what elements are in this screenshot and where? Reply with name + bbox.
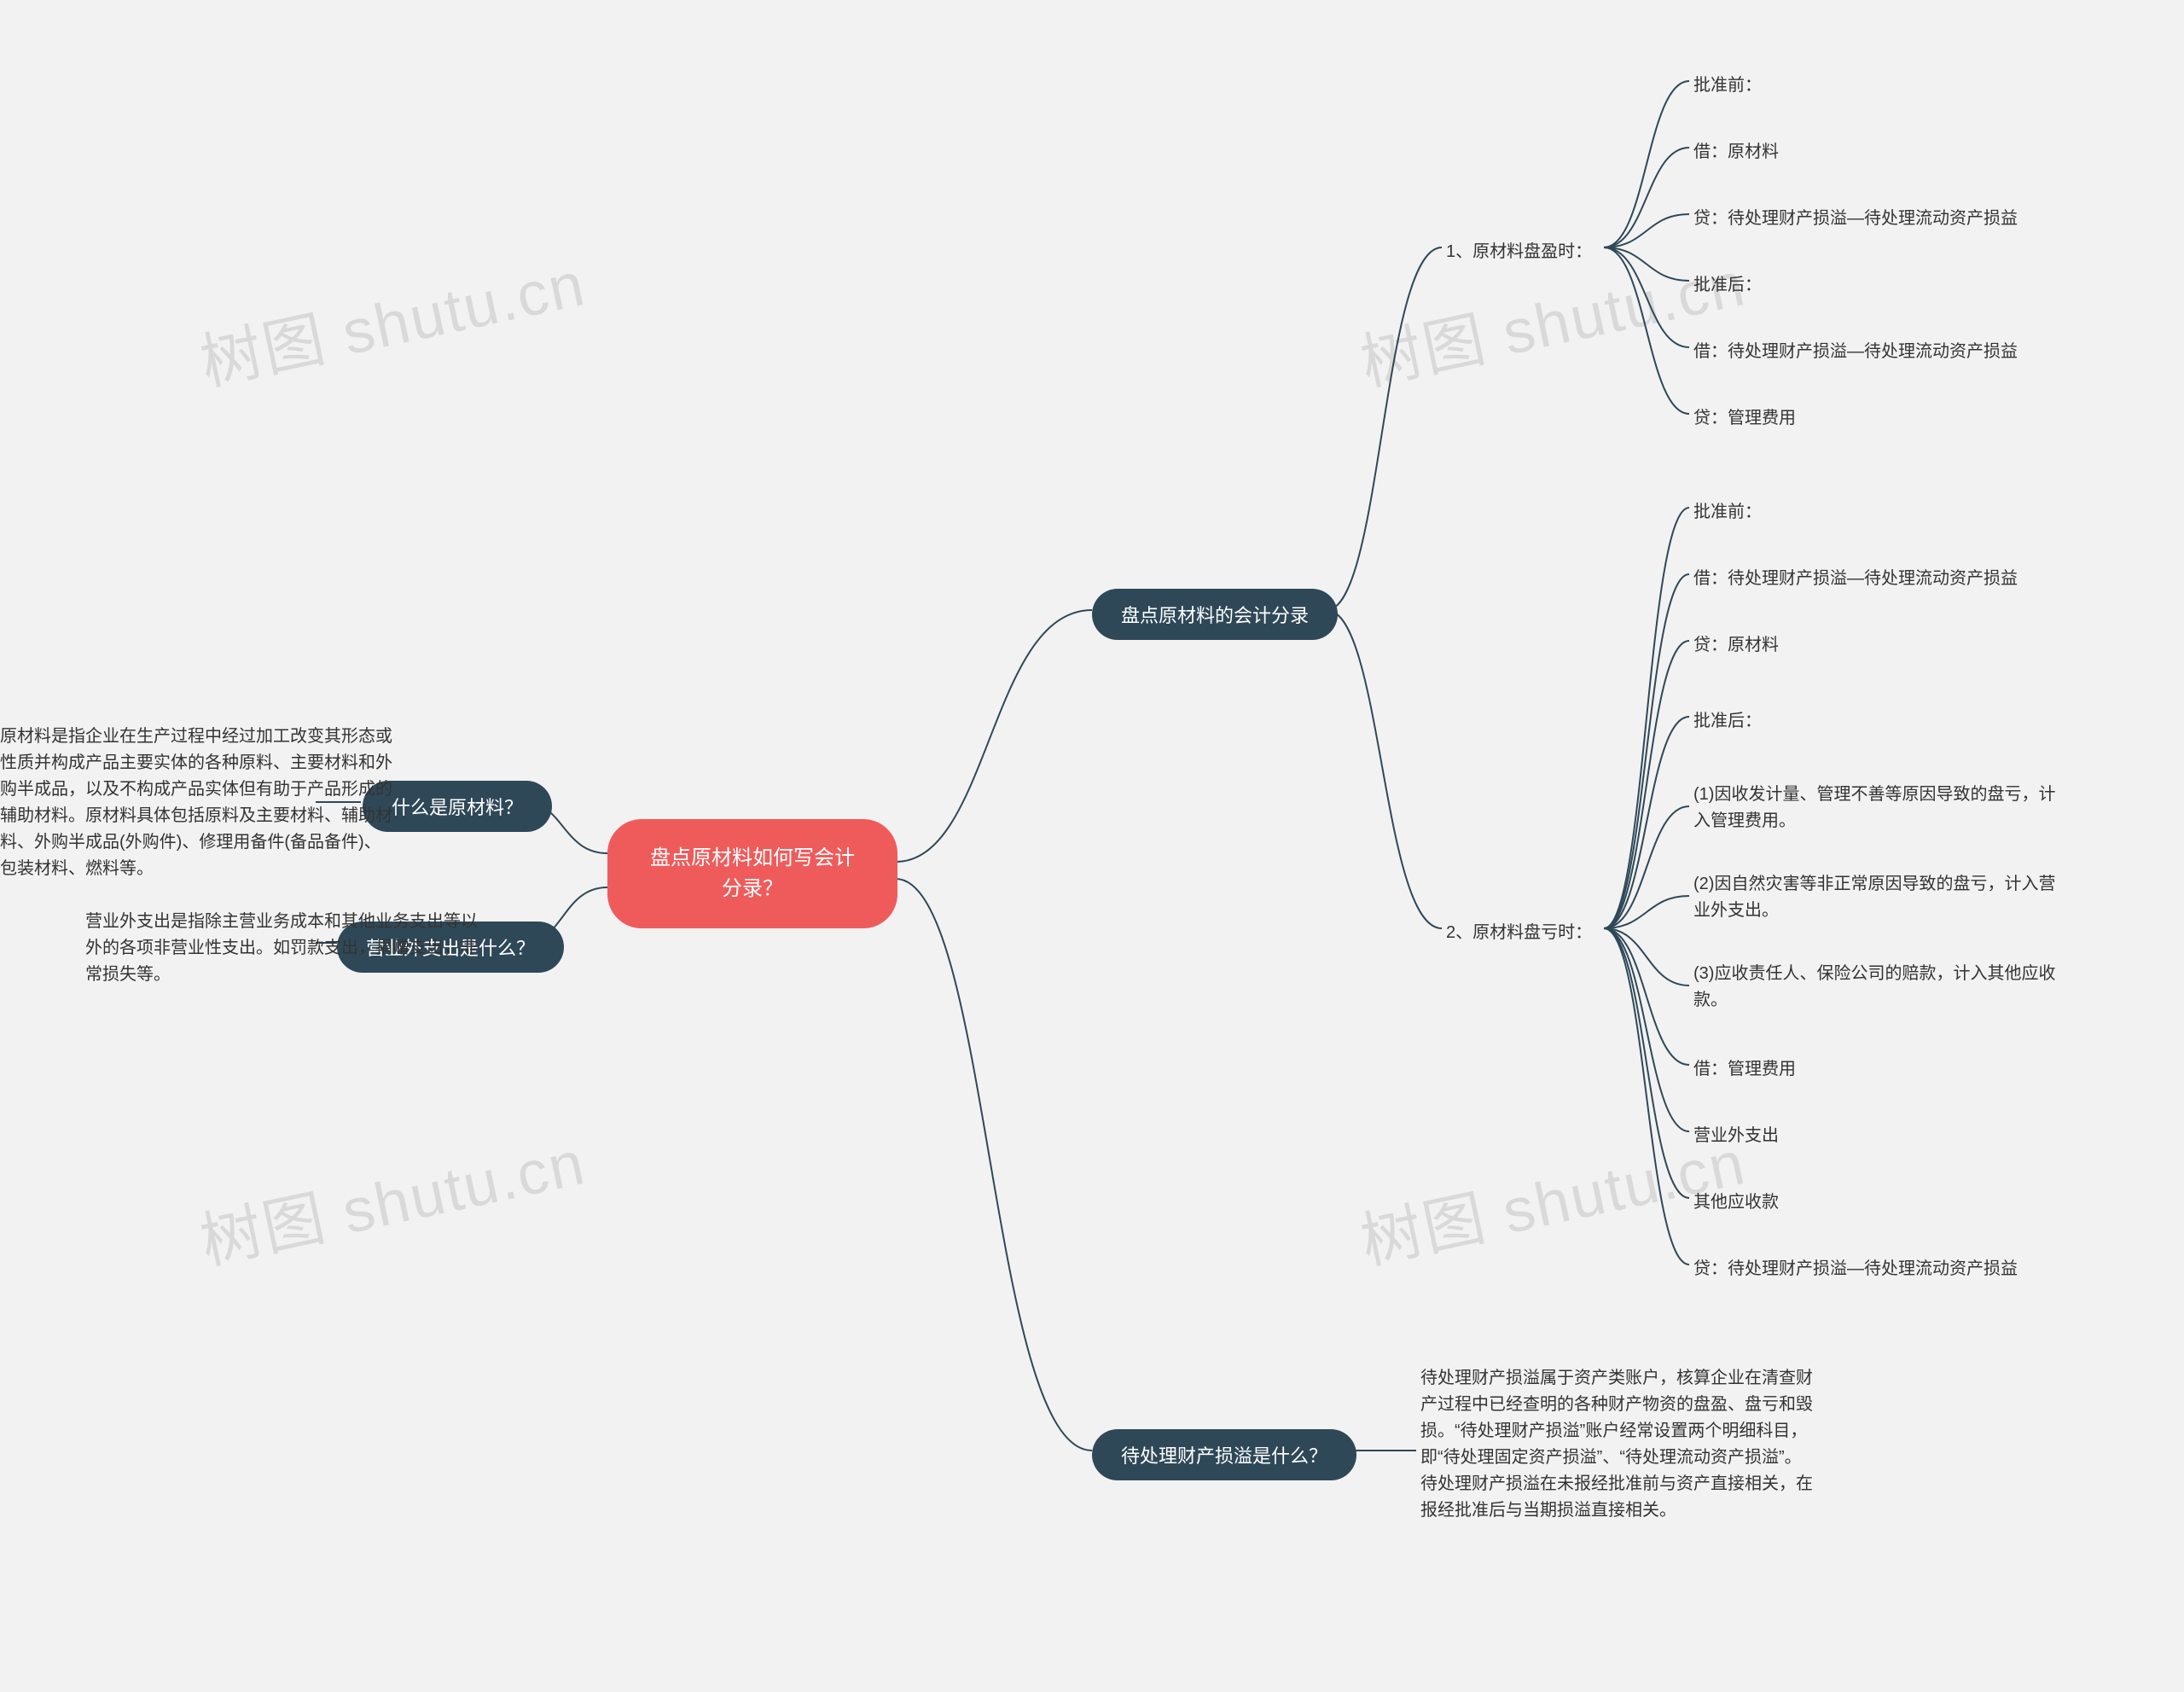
leaf-text: 借：待处理财产损溢—待处理流动资产损益 bbox=[1693, 569, 2018, 588]
sub-surplus-title[interactable]: 1、原材料盘盈时： bbox=[1446, 237, 1592, 262]
leaf-text: (2)因自然灾害等非正常原因导致的盘亏，计入营业外支出。 bbox=[1693, 875, 2055, 920]
leaf-shortage-9[interactable]: 其他应收款 bbox=[1693, 1188, 1779, 1212]
watermark: 树图 shutu.cn bbox=[191, 1113, 592, 1282]
leaf-text: 营业外支出 bbox=[1693, 1126, 1779, 1145]
para-text: 原材料是指企业在生产过程中经过加工改变其形态或性质并构成产品主要实体的各种原料、… bbox=[0, 727, 392, 878]
para-non-operating[interactable]: 营业外支出是指除主营业务成本和其他业务支出等以外的各项非营业性支出。如罚款支出，… bbox=[85, 909, 478, 988]
leaf-text: 贷：待处理财产损溢—待处理流动资产损益 bbox=[1693, 209, 2018, 228]
leaf-surplus-5[interactable]: 贷：管理费用 bbox=[1693, 404, 1796, 428]
leaf-surplus-1[interactable]: 借：原材料 bbox=[1693, 137, 1779, 162]
leaf-text: (3)应收责任人、保险公司的赔款，计入其他应收款。 bbox=[1693, 964, 2055, 1009]
para-pending-loss[interactable]: 待处理财产损溢属于资产类账户，核算企业在清查财产过程中已经查明的各种财产物资的盘… bbox=[1420, 1365, 1813, 1524]
leaf-shortage-8[interactable]: 营业外支出 bbox=[1693, 1121, 1779, 1146]
leaf-surplus-0[interactable]: 批准前： bbox=[1693, 71, 1762, 96]
sub-label: 2、原材料盘亏时： bbox=[1446, 923, 1592, 942]
leaf-surplus-4[interactable]: 借：待处理财产损溢—待处理流动资产损益 bbox=[1693, 337, 2018, 362]
leaf-text: 批准后： bbox=[1693, 276, 1762, 294]
leaf-shortage-0[interactable]: 批准前： bbox=[1693, 497, 1762, 522]
leaf-surplus-2[interactable]: 贷：待处理财产损溢—待处理流动资产损益 bbox=[1693, 204, 2018, 229]
leaf-text: 借：管理费用 bbox=[1693, 1060, 1796, 1079]
leaf-shortage-7[interactable]: 借：管理费用 bbox=[1693, 1055, 1796, 1079]
leaf-text: 其他应收款 bbox=[1693, 1193, 1779, 1212]
branch-accounting-entries[interactable]: 盘点原材料的会计分录 bbox=[1092, 589, 1338, 640]
leaf-text: 贷：管理费用 bbox=[1693, 409, 1796, 427]
leaf-shortage-3[interactable]: 批准后： bbox=[1693, 706, 1762, 731]
root-node[interactable]: 盘点原材料如何写会计分录？ bbox=[607, 819, 897, 928]
leaf-text: (1)因收发计量、管理不善等原因导致的盘亏，计入管理费用。 bbox=[1693, 785, 2055, 830]
leaf-text: 批准前： bbox=[1693, 76, 1762, 95]
leaf-shortage-10[interactable]: 贷：待处理财产损溢—待处理流动资产损益 bbox=[1693, 1254, 2018, 1279]
sub-label: 1、原材料盘盈时： bbox=[1446, 242, 1592, 261]
leaf-text: 借：待处理财产损溢—待处理流动资产损益 bbox=[1693, 342, 2018, 361]
branch-label: 盘点原材料的会计分录 bbox=[1121, 605, 1309, 626]
leaf-text: 借：原材料 bbox=[1693, 142, 1779, 161]
leaf-shortage-6[interactable]: (3)应收责任人、保险公司的赔款，计入其他应收款。 bbox=[1693, 961, 2060, 1014]
para-text: 待处理财产损溢属于资产类账户，核算企业在清查财产过程中已经查明的各种财产物资的盘… bbox=[1420, 1369, 1813, 1520]
leaf-shortage-5[interactable]: (2)因自然灾害等非正常原因导致的盘亏，计入营业外支出。 bbox=[1693, 871, 2060, 924]
sub-shortage-title[interactable]: 2、原材料盘亏时： bbox=[1446, 918, 1592, 943]
leaf-text: 批准后： bbox=[1693, 712, 1762, 730]
para-raw-material[interactable]: 原材料是指企业在生产过程中经过加工改变其形态或性质并构成产品主要实体的各种原料、… bbox=[0, 724, 392, 882]
branch-pending-loss[interactable]: 待处理财产损溢是什么？ bbox=[1092, 1429, 1356, 1480]
branch-label: 什么是原材料？ bbox=[392, 797, 523, 818]
para-text: 营业外支出是指除主营业务成本和其他业务支出等以外的各项非营业性支出。如罚款支出，… bbox=[85, 912, 478, 984]
watermark: 树图 shutu.cn bbox=[191, 234, 592, 403]
leaf-text: 批准前： bbox=[1693, 503, 1762, 521]
leaf-surplus-3[interactable]: 批准后： bbox=[1693, 270, 1762, 295]
branch-label: 待处理财产损溢是什么？ bbox=[1121, 1445, 1327, 1467]
mindmap-canvas: 树图 shutu.cn 树图 shutu.cn 树图 shutu.cn 树图 s… bbox=[0, 0, 2184, 1692]
leaf-shortage-1[interactable]: 借：待处理财产损溢—待处理流动资产损益 bbox=[1693, 564, 2018, 589]
leaf-text: 贷：待处理财产损溢—待处理流动资产损益 bbox=[1693, 1259, 2018, 1278]
root-node-label: 盘点原材料如何写会计分录？ bbox=[650, 846, 855, 900]
leaf-text: 贷：原材料 bbox=[1693, 636, 1779, 654]
leaf-shortage-2[interactable]: 贷：原材料 bbox=[1693, 631, 1779, 655]
leaf-shortage-4[interactable]: (1)因收发计量、管理不善等原因导致的盘亏，计入管理费用。 bbox=[1693, 782, 2060, 834]
watermark: 树图 shutu.cn bbox=[1351, 1113, 1752, 1282]
